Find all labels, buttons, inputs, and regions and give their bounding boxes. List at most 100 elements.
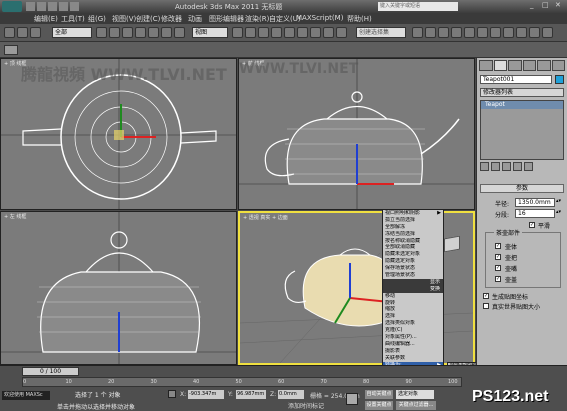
close-icon[interactable]: ✕ [555,1,561,9]
display-tab-icon[interactable] [537,60,551,71]
menu-item[interactable]: 修改器 [161,14,182,24]
gen-map-coords-checkbox[interactable]: ✓ [483,293,489,299]
motion-tab-icon[interactable] [522,60,536,71]
menu-item[interactable]: 编辑(E) [34,14,58,24]
modifier-list-dropdown[interactable]: 修改器列表 [480,88,564,97]
lock-selection-icon[interactable] [168,390,176,398]
z-coord-field[interactable]: 0.0mm [278,390,304,399]
new-icon[interactable] [26,2,35,11]
quad-menu-item[interactable]: 对象属性(P)... [383,334,443,341]
quad-menu-item[interactable]: 隐藏选定对象 [383,258,443,265]
selection-filter-dropdown[interactable]: 全部 [52,27,92,38]
quad-menu-item[interactable]: 视口照明和阴影 ▶ [383,210,443,217]
ref-coord-dropdown[interactable]: 视图 [192,27,228,38]
viewport-left[interactable]: + 左 线框 [0,211,237,365]
modify-tab-icon[interactable] [493,60,507,71]
set-key-button[interactable]: 设置关键点 [365,401,393,410]
quad-menu-item[interactable]: 隐藏未选定对象 [383,251,443,258]
ribbon-toggle-icon[interactable] [4,45,18,55]
menu-item[interactable]: MAXScript(M) [296,14,343,22]
toolbar-button[interactable] [412,27,423,38]
menu-item[interactable]: 帮助(H) [347,14,372,24]
toolbar-button[interactable] [284,27,295,38]
toolbar-button[interactable] [232,27,243,38]
viewport-top[interactable]: + 顶 线框 腾龍視頻 WWW.TLVI.NET [0,58,237,210]
quad-menu-item[interactable]: 保存场景状态 [383,265,443,272]
toolbar-button[interactable] [529,27,540,38]
menu-item[interactable]: 创建(C) [136,14,160,24]
maxscript-listener[interactable]: 欢迎使用 MAXSc [2,391,50,400]
radius-field[interactable]: 1350.0mm [515,198,555,207]
x-coord-field[interactable]: -903.347m [188,390,224,399]
menu-item[interactable]: 组(G) [88,14,106,24]
add-time-tag-button[interactable]: 添加时间标记 [288,402,336,411]
quad-menu-item[interactable]: 孤立当前选择 [383,217,443,224]
minimize-icon[interactable]: _ [530,1,534,9]
quad-menu-item[interactable]: 曲线编辑器... [383,341,443,348]
quad-menu-item[interactable]: 移动 [383,293,443,300]
quad-menu-item[interactable]: 全部取消隐藏 [383,244,443,251]
quick-access-icons[interactable] [26,2,136,11]
configure-sets-icon[interactable] [524,162,533,171]
time-slider[interactable]: 0 / 100 [22,367,79,376]
search-input[interactable]: 键入关键字或短语 [378,2,458,11]
selection-set-input[interactable]: 创建选择集 [356,27,406,38]
toolbar-button[interactable] [310,27,321,38]
toolbar-button[interactable] [17,27,28,38]
toolbar-button[interactable] [542,27,553,38]
quad-menu-item[interactable]: 按名称取消隐藏 [383,238,443,245]
real-world-map-checkbox[interactable] [483,303,489,309]
menu-item[interactable]: 动画 [188,14,202,24]
toolbar-button[interactable] [336,27,347,38]
pin-stack-icon[interactable] [480,162,489,171]
toolbar-button[interactable] [245,27,256,38]
quad-menu-item[interactable]: 旋转 [383,300,443,307]
toolbar-button[interactable] [4,27,15,38]
toolbar-button[interactable] [271,27,282,38]
toolbar-button[interactable] [148,27,159,38]
quad-menu-item[interactable]: 全部解冻 [383,224,443,231]
menu-item[interactable]: 视图(V) [112,14,136,24]
teapot-part-checkbox[interactable]: ✓ [495,254,501,260]
stack-buttons[interactable] [480,162,564,171]
auto-key-button[interactable]: 自动关键点 [365,390,393,399]
hierarchy-tab-icon[interactable] [508,60,522,71]
quad-menu-item[interactable]: 缩放 [383,306,443,313]
toolbar-button[interactable] [503,27,514,38]
quad-menu-item[interactable]: 克隆(C) [383,327,443,334]
smooth-checkbox[interactable]: ✓ [529,222,535,228]
y-coord-field[interactable]: 96.987mm [236,390,266,399]
quad-menu-item[interactable]: 冻结当前选择 [383,231,443,238]
quad-menu-item[interactable]: 选择类似对象 [383,320,443,327]
toolbar-button[interactable] [464,27,475,38]
redo-icon[interactable] [70,2,79,11]
toolbar-button[interactable] [174,27,185,38]
quad-menu-header[interactable]: 变换 [383,285,443,293]
toolbar-button[interactable] [258,27,269,38]
toolbar-button[interactable] [516,27,527,38]
teapot-part-checkbox[interactable]: ✓ [495,276,501,282]
show-end-result-icon[interactable] [491,162,500,171]
quad-menu-item[interactable]: 关联参数 [383,355,443,362]
segments-field[interactable]: 16 [515,209,555,218]
toolbar-button[interactable] [297,27,308,38]
toolbar-button[interactable] [96,27,107,38]
remove-modifier-icon[interactable] [513,162,522,171]
key-filters-button[interactable]: 关键点过滤器... [396,401,436,410]
app-logo-icon[interactable] [2,1,22,12]
command-panel-tabs[interactable] [479,60,565,71]
quad-menu-item[interactable]: 摄影表 [383,348,443,355]
create-tab-icon[interactable] [479,60,493,71]
viewcube-icon[interactable] [444,235,460,253]
teapot-part-checkbox[interactable]: ✓ [495,243,501,249]
toolbar-button[interactable] [323,27,334,38]
quad-menu[interactable]: 视口照明和阴影 ▶ 孤立当前选择 全部解冻 冻结当前选择 按名称取消隐藏 全部取消隐藏 隐藏未… [382,209,444,370]
quad-menu-item[interactable]: 选择 [383,313,443,320]
toolbar-button[interactable] [122,27,133,38]
object-color-swatch[interactable] [555,75,564,84]
viewport-front[interactable]: + 前 线框 WWW.TLVI.NET [238,58,475,210]
segments-spinner-icon[interactable]: ▴▾ [556,209,561,215]
toolbar-button[interactable] [477,27,488,38]
toolbar-button[interactable] [30,27,41,38]
parameters-rollout-header[interactable]: 参数 [480,184,564,193]
